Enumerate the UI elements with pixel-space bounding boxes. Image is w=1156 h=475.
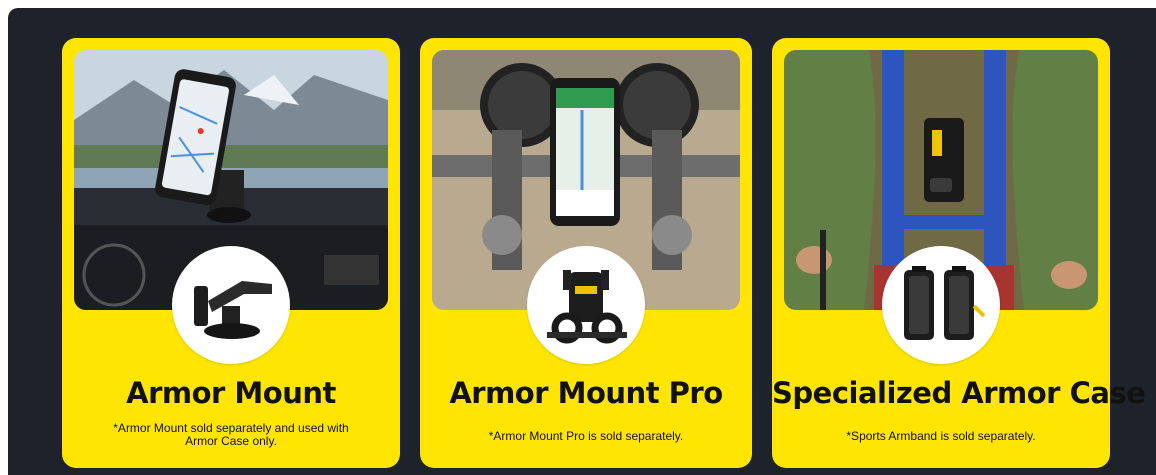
card-title: Armor Mount (126, 376, 336, 410)
product-card-armor-mount-pro[interactable]: Armor Mount Pro *Armor Mount Pro is sold… (420, 38, 752, 468)
card-note: *Armor Mount sold separately and used wi… (113, 421, 349, 448)
card-note: *Sports Armband is sold separately. (846, 429, 1036, 443)
handlebar-clamp-mount-icon (527, 246, 645, 364)
card-note: *Armor Mount Pro is sold separately. (488, 429, 684, 443)
card-title: Specialized Armor Case (772, 376, 1146, 410)
product-card-specialized-armor-case[interactable]: Specialized Armor Case *Sports Armband i… (772, 38, 1146, 468)
armor-case-icon (882, 246, 1000, 364)
product-card-armor-mount[interactable]: Armor Mount *Armor Mount sold separately… (62, 38, 400, 468)
suction-cup-mount-icon (172, 246, 290, 364)
products-panel: Armor Mount *Armor Mount sold separately… (8, 8, 1156, 475)
card-title: Armor Mount Pro (449, 376, 723, 410)
